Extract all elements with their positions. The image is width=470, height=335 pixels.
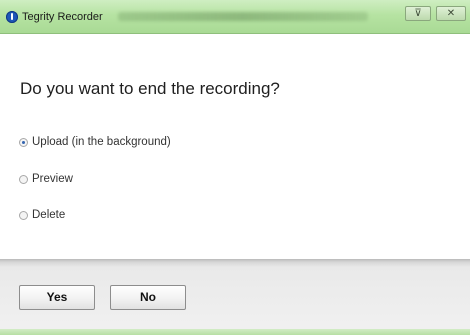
blurred-title-region — [118, 12, 368, 21]
option-upload[interactable]: Upload (in the background) — [19, 134, 171, 150]
window-title: Tegrity Recorder — [22, 11, 103, 23]
option-upload-label: Upload (in the background) — [32, 136, 171, 148]
dialog-question: Do you want to end the recording? — [20, 79, 280, 98]
pin-button[interactable]: ⊽ — [405, 6, 431, 21]
radio-preview[interactable] — [19, 174, 28, 184]
dialog-content: Do you want to end the recording? Upload… — [0, 35, 470, 259]
close-icon: ✕ — [446, 8, 456, 19]
option-delete-label: Delete — [32, 209, 66, 221]
pin-icon: ⊽ — [414, 8, 422, 19]
dialog-footer: Yes No — [0, 259, 470, 335]
close-button[interactable]: ✕ — [436, 6, 466, 21]
no-button[interactable]: No — [110, 285, 186, 310]
yes-button[interactable]: Yes — [19, 285, 95, 310]
title-bar: Tegrity Recorder ⊽ ✕ — [0, 0, 470, 34]
radio-upload[interactable] — [19, 137, 28, 147]
option-delete[interactable]: Delete — [19, 207, 65, 223]
radio-delete[interactable] — [19, 210, 28, 220]
tegrity-logo-icon — [6, 11, 18, 23]
option-preview[interactable]: Preview — [19, 171, 73, 187]
option-preview-label: Preview — [32, 173, 73, 185]
bottom-strip — [0, 329, 470, 335]
